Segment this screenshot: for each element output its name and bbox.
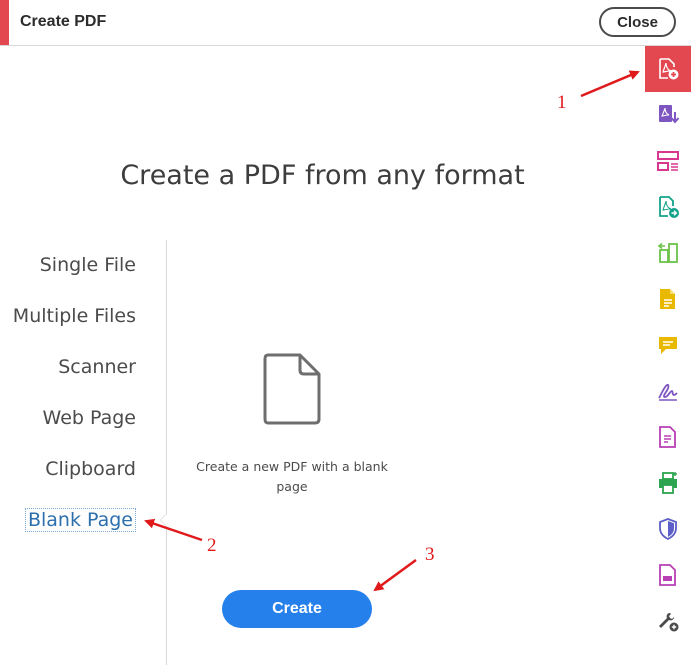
- menu-item-multiple-files[interactable]: Multiple Files: [13, 305, 136, 327]
- organize-pages-icon: [657, 151, 679, 171]
- export-pdf-icon: [659, 105, 680, 124]
- annotation-number-2: 2: [207, 535, 217, 556]
- tool-export-pdf[interactable]: [645, 92, 691, 138]
- tool-send-pdf[interactable]: [645, 184, 691, 230]
- tool-comment[interactable]: [645, 322, 691, 368]
- annotation-number-1: 1: [557, 92, 567, 113]
- redact-icon: [659, 564, 676, 586]
- fill-sign-icon: [658, 383, 678, 401]
- wrench-icon: [659, 613, 679, 632]
- tool-edit-pdf[interactable]: [645, 276, 691, 322]
- tool-fill-sign[interactable]: [645, 368, 691, 414]
- header-accent-strip: [0, 0, 9, 45]
- menu-item-single-file[interactable]: Single File: [40, 254, 136, 276]
- blank-page-description: Create a new PDF with a blank page: [196, 459, 388, 494]
- menu-item-scanner[interactable]: Scanner: [58, 356, 136, 378]
- annotation-arrow-2: [144, 518, 203, 542]
- edit-pdf-icon: [660, 289, 675, 309]
- annotation-arrow-3: [373, 558, 417, 592]
- tool-more-tools[interactable]: [645, 598, 691, 644]
- document-icon: [659, 426, 676, 448]
- tool-protect[interactable]: [645, 506, 691, 552]
- tool-document[interactable]: [645, 414, 691, 460]
- compare-files-icon: [657, 242, 678, 263]
- main-heading: Create a PDF from any format: [120, 160, 525, 191]
- tool-create-pdf[interactable]: [645, 46, 691, 92]
- tool-organize-pages[interactable]: [645, 138, 691, 184]
- shield-icon: [659, 518, 677, 541]
- tool-redact[interactable]: [645, 552, 691, 598]
- tool-print-production[interactable]: [645, 460, 691, 506]
- tools-rail: [645, 46, 691, 665]
- close-button[interactable]: Close: [599, 7, 676, 37]
- annotation-arrows: [144, 70, 640, 592]
- tool-compare-files[interactable]: [645, 230, 691, 276]
- menu-divider: [166, 240, 167, 665]
- send-pdf-icon: [659, 196, 679, 218]
- print-production-icon: [659, 472, 677, 494]
- header-bar: Create PDF Close: [0, 0, 691, 46]
- menu-item-clipboard[interactable]: Clipboard: [45, 458, 136, 480]
- annotation-number-3: 3: [425, 544, 435, 565]
- comment-icon: [659, 337, 677, 354]
- menu-item-web-page[interactable]: Web Page: [43, 407, 136, 429]
- create-button[interactable]: Create: [222, 590, 372, 628]
- page-title: Create PDF: [20, 13, 107, 30]
- create-pdf-icon: [659, 58, 679, 80]
- annotation-arrow-1: [580, 70, 640, 98]
- menu-item-blank-page[interactable]: Blank Page: [24, 508, 136, 532]
- blank-page-icon: [263, 353, 321, 425]
- selection-pointer: [160, 513, 167, 527]
